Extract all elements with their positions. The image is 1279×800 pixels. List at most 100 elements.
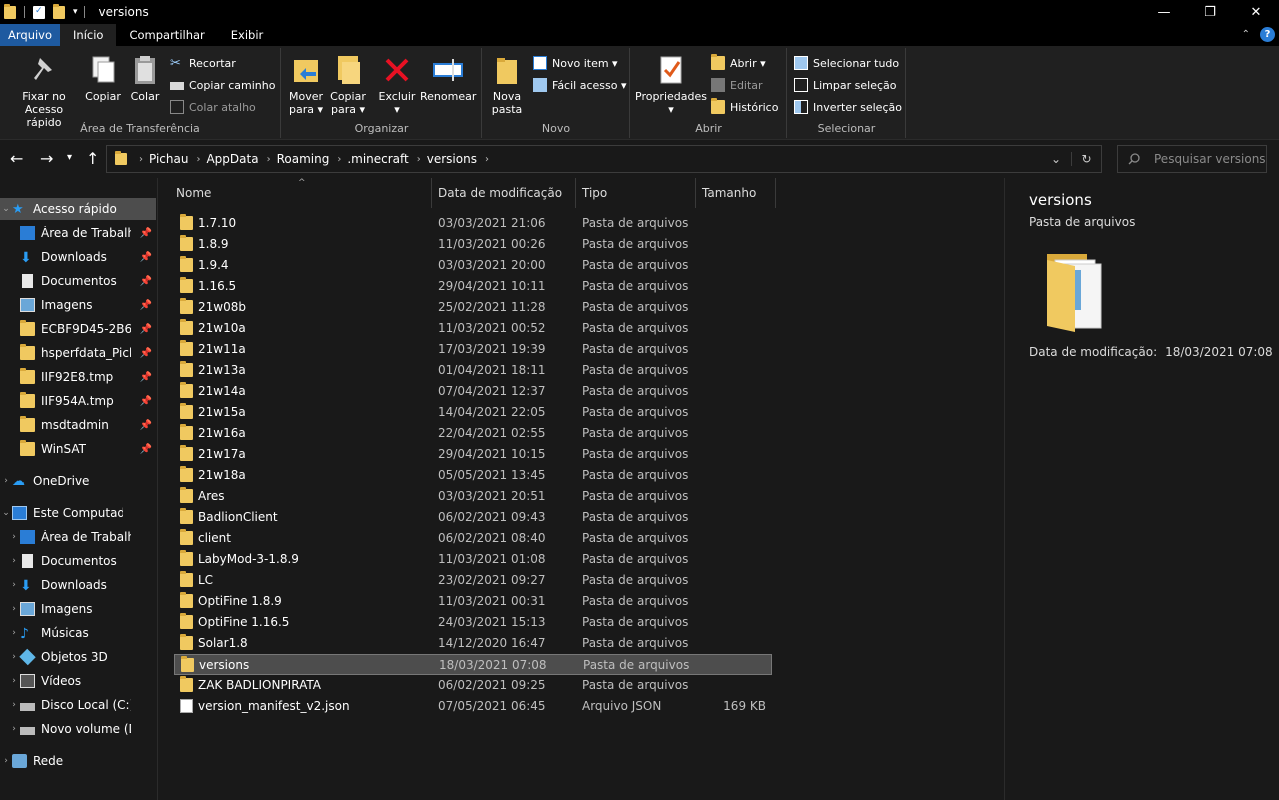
file-row[interactable]: 21w13a 01/04/2021 18:11 Pasta de arquivos [174,360,772,381]
column-name[interactable]: Nome [170,178,432,208]
new-folder-icon[interactable] [53,3,65,19]
chevron-right-icon[interactable]: › [8,628,20,638]
tab-exibir[interactable]: Exibir [218,24,277,46]
forward-button[interactable]: → [40,149,53,168]
copy-button[interactable]: Copiar [84,52,122,103]
rename-button[interactable]: Renomear [420,52,476,103]
breadcrumb-roaming[interactable]: Roaming › [277,152,342,166]
nav-quick-iif92e8[interactable]: IIF92E8.tmp 📌 [20,366,156,388]
file-row[interactable]: Ares 03/03/2021 20:51 Pasta de arquivos [174,486,772,507]
file-row[interactable]: 1.16.5 29/04/2021 10:11 Pasta de arquivos [174,276,772,297]
tab-arquivo[interactable]: Arquivo [0,24,61,46]
select-none-button[interactable]: Limpar seleção [794,76,896,94]
refresh-icon[interactable]: ↻ [1071,152,1101,166]
address-dropdown-icon[interactable]: ⌄ [1041,152,1071,166]
nav-network[interactable]: › Rede [0,750,156,772]
properties-icon[interactable]: ✓ [33,5,45,19]
address-bar[interactable]: › Pichau › AppData › Roaming › .minecraft › … [106,145,1102,173]
new-item-button[interactable]: Novo item ▾ [533,54,618,72]
file-row[interactable]: Solar1.8 14/12/2020 16:47 Pasta de arquivo… [174,633,772,654]
cut-button[interactable]: ✂ Recortar [170,54,236,72]
search-box[interactable]: Pesquisar versions [1117,145,1267,173]
maximize-button[interactable]: ❐ [1187,0,1233,24]
file-row[interactable]: LabyMod-3-1.8.9 11/03/2021 01:08 Pasta de … [174,549,772,570]
file-row[interactable]: BadlionClient 06/02/2021 09:43 Pasta de ar… [174,507,772,528]
nav-quick-ecbf[interactable]: ECBF9D45-2B63- 📌 [20,318,156,340]
recent-locations-button[interactable]: ▾ [67,152,72,163]
properties-button[interactable]: Propriedades ▾ [635,52,707,116]
paste-shortcut-button[interactable]: Colar atalho [170,98,256,116]
nav-quick-downloads[interactable]: ⬇ Downloads 📌 [20,246,156,268]
nav-quick-access[interactable]: ⌄ ★ Acesso rápido [0,198,156,220]
pin-quick-access-button[interactable]: Fixar no Acesso rápido [6,52,82,129]
file-row[interactable]: LC 23/02/2021 09:27 Pasta de arquivos [174,570,772,591]
column-date[interactable]: Data de modificação [432,178,576,208]
chevron-right-icon[interactable]: › [8,700,20,710]
column-size[interactable]: Tamanho [696,178,776,208]
invert-selection-button[interactable]: Inverter seleção [794,98,902,116]
nav-pc-3d-objects[interactable]: › Objetos 3D [8,646,156,668]
file-row[interactable]: OptiFine 1.8.9 11/03/2021 00:31 Pasta de a… [174,591,772,612]
breadcrumb-appdata[interactable]: AppData › [206,152,270,166]
edit-button[interactable]: Editar [711,76,763,94]
file-row[interactable]: 1.9.4 03/03/2021 20:00 Pasta de arquivos [174,255,772,276]
file-row[interactable]: client 06/02/2021 08:40 Pasta de arquivos [174,528,772,549]
new-folder-button[interactable]: Nova pasta [487,52,527,116]
file-row[interactable]: version_manifest_v2.json 07/05/2021 06:45… [174,696,772,717]
back-button[interactable]: ← [10,149,23,168]
select-all-button[interactable]: Selecionar tudo [794,54,899,72]
chevron-right-icon[interactable]: › [8,676,20,686]
file-row[interactable]: 1.8.9 11/03/2021 00:26 Pasta de arquivos [174,234,772,255]
nav-pc-drive-d[interactable]: › Novo volume (D:) [8,718,156,740]
chevron-right-icon[interactable]: › [8,604,20,614]
chevron-right-icon[interactable]: › [8,532,20,542]
tab-compartilhar[interactable]: Compartilhar [116,24,217,46]
tab-inicio[interactable]: Início [60,24,117,46]
customize-toolbar-icon[interactable]: ▾ [73,7,78,17]
nav-onedrive[interactable]: › ☁ OneDrive [0,470,156,492]
nav-pc-drive-c[interactable]: › Disco Local (C:) [8,694,156,716]
move-to-button[interactable]: Mover para ▾ [286,52,326,116]
nav-quick-msdtadmin[interactable]: msdtadmin 📌 [20,414,156,436]
file-row[interactable]: OptiFine 1.16.5 24/03/2021 15:13 Pasta de … [174,612,772,633]
nav-pc-downloads[interactable]: › ⬇ Downloads [8,574,156,596]
file-row[interactable]: 21w08b 25/02/2021 11:28 Pasta de arquivos [174,297,772,318]
file-row[interactable]: 1.7.10 03/03/2021 21:06 Pasta de arquivos [174,213,772,234]
file-row[interactable]: 21w10a 11/03/2021 00:52 Pasta de arquivos [174,318,772,339]
nav-pc-desktop[interactable]: › Área de Trabalho [8,526,156,548]
file-row[interactable]: 21w11a 17/03/2021 19:39 Pasta de arquivos [174,339,772,360]
file-row[interactable]: 21w18a 05/05/2021 13:45 Pasta de arquivos [174,465,772,486]
nav-quick-documents[interactable]: Documentos 📌 [20,270,156,292]
breadcrumb-pichau[interactable]: Pichau › [149,152,200,166]
breadcrumb-minecraft[interactable]: .minecraft › [347,152,420,166]
chevron-down-icon[interactable]: ⌄ [0,204,12,214]
delete-button[interactable]: Excluir ▾ [378,52,416,116]
breadcrumb-versions[interactable]: versions › [427,152,489,166]
column-type[interactable]: Tipo [576,178,696,208]
collapse-ribbon-icon[interactable]: ⌃ [1242,29,1250,40]
minimize-button[interactable]: — [1141,0,1187,24]
copy-to-button[interactable]: Copiar para ▾ [328,52,368,116]
easy-access-button[interactable]: Fácil acesso ▾ [533,76,626,94]
help-icon[interactable]: ? [1260,27,1275,42]
chevron-right-icon[interactable]: › [0,756,12,766]
paste-button[interactable]: Colar [126,52,164,103]
open-button[interactable]: Abrir ▾ [711,54,766,72]
nav-quick-pictures[interactable]: Imagens 📌 [20,294,156,316]
chevron-right-icon[interactable]: › [0,476,12,486]
chevron-down-icon[interactable]: ⌄ [0,508,12,518]
nav-pc-music[interactable]: › ♪ Músicas [8,622,156,644]
up-button[interactable]: ↑ [86,149,99,168]
nav-this-pc[interactable]: ⌄ Este Computador [0,502,156,524]
nav-pc-documents[interactable]: › Documentos [8,550,156,572]
copy-path-button[interactable]: Copiar caminho [170,76,275,94]
chevron-right-icon[interactable]: › [8,724,20,734]
close-button[interactable]: ✕ [1233,0,1279,24]
history-button[interactable]: Histórico [711,98,778,116]
chevron-right-icon[interactable]: › [8,652,20,662]
nav-quick-iif954a[interactable]: IIF954A.tmp 📌 [20,390,156,412]
nav-quick-hsperfdata[interactable]: hsperfdata_Picha 📌 [20,342,156,364]
file-row[interactable]: 21w15a 14/04/2021 22:05 Pasta de arquivos [174,402,772,423]
nav-quick-desktop[interactable]: Área de Trabalho 📌 [20,222,156,244]
breadcrumb-separator[interactable]: › [131,154,143,165]
